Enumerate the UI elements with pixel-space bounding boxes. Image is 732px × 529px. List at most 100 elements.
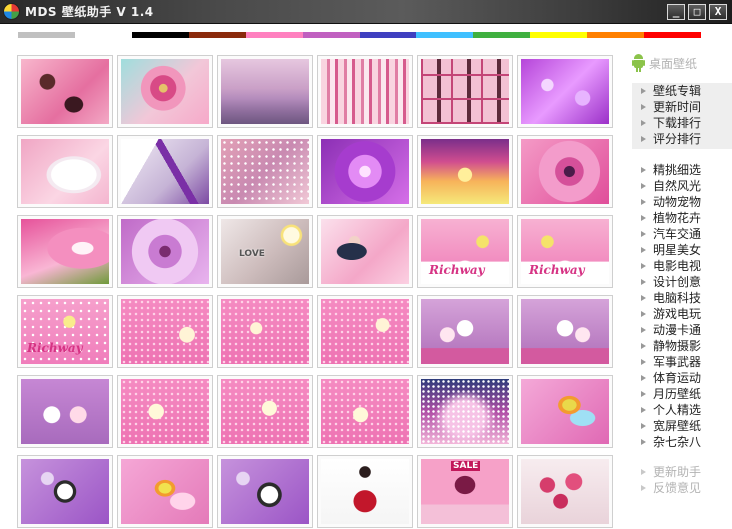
category-item[interactable]: 电脑科技 (628, 290, 732, 306)
wallpaper-thumbnail[interactable] (317, 215, 413, 288)
color-swatch-7[interactable] (416, 32, 474, 38)
wallpaper-thumbnail[interactable] (317, 135, 413, 208)
wallpaper-thumbnail[interactable]: LOVE (217, 215, 313, 288)
category-item[interactable]: 明星美女 (628, 242, 732, 258)
bears-on-purple-image (21, 379, 109, 444)
wallpaper-thumbnail[interactable] (217, 375, 313, 448)
bears-on-pink-2-image (221, 379, 309, 444)
color-swatch-0[interactable] (18, 32, 75, 38)
pink-daisy-closeup-image (521, 139, 609, 204)
purple-flowers-bokeh-image (521, 59, 609, 124)
color-filter-bar (18, 32, 702, 38)
minimize-button[interactable]: _ (667, 4, 685, 20)
arrow-right-icon (641, 247, 646, 253)
wallpaper-thumbnail[interactable] (317, 55, 413, 128)
wallpaper-thumbnail[interactable]: SALE (417, 455, 513, 528)
pink-gerbera-on-teal-image (121, 59, 209, 124)
color-swatch-6[interactable] (359, 32, 417, 38)
color-swatch-2[interactable] (131, 32, 189, 38)
love-dice-text: LOVE (239, 249, 265, 259)
wallpaper-thumbnail[interactable] (317, 375, 413, 448)
bears-on-pink-3-image (321, 379, 409, 444)
menu-item-ratings[interactable]: 评分排行 (628, 131, 732, 147)
wallpaper-thumbnail[interactable] (217, 455, 313, 528)
wallpaper-thumbnail[interactable] (417, 135, 513, 208)
arrow-right-icon (641, 391, 646, 397)
category-item[interactable]: 自然风光 (628, 178, 732, 194)
arrow-right-icon (641, 136, 646, 142)
category-item[interactable]: 游戏电玩 (628, 306, 732, 322)
category-item[interactable]: 设计创意 (628, 274, 732, 290)
color-swatch-10[interactable] (587, 32, 645, 38)
wallpaper-thumbnail[interactable] (17, 375, 113, 448)
wallpaper-thumbnail[interactable] (117, 135, 213, 208)
category-item[interactable]: 电影电视 (628, 258, 732, 274)
wallpaper-thumbnail[interactable] (517, 55, 613, 128)
category-item[interactable]: 体育运动 (628, 370, 732, 386)
wallpaper-thumbnail[interactable] (417, 295, 513, 368)
color-swatch-11[interactable] (644, 32, 702, 38)
wallpaper-thumbnail[interactable]: Richway (17, 295, 113, 368)
wallpaper-thumbnail[interactable]: Richway (517, 215, 613, 288)
arrow-right-icon (641, 311, 646, 317)
pink-sparkle-dots-image (421, 379, 509, 444)
maximize-button[interactable]: □ (688, 4, 706, 20)
wallpaper-thumbnail[interactable] (17, 55, 113, 128)
arrow-right-icon (641, 327, 646, 333)
wallpaper-thumbnail[interactable] (217, 135, 313, 208)
bears-on-pink-image (121, 379, 209, 444)
menu-item-downloads[interactable]: 下载排行 (628, 115, 732, 131)
color-swatch-8[interactable] (473, 32, 531, 38)
category-item[interactable]: 杂七杂八 (628, 434, 732, 450)
category-item[interactable]: 精挑细选 (628, 162, 732, 178)
wallpaper-thumbnail[interactable] (517, 455, 613, 528)
color-swatch-1[interactable] (74, 32, 132, 38)
fairy-in-sunset-image (421, 139, 509, 204)
wallpaper-thumbnail[interactable] (17, 135, 113, 208)
category-item[interactable]: 宽屏壁纸 (628, 418, 732, 434)
pink-roses-bouquet-image (521, 459, 609, 524)
richway-cartoon-scene-image: Richway (21, 299, 109, 364)
wallpaper-thumbnail[interactable] (417, 375, 513, 448)
wallpaper-thumbnail[interactable] (317, 455, 413, 528)
wallpaper-thumbnail[interactable] (117, 55, 213, 128)
misty-purple-landscape-image (221, 59, 309, 124)
category-item[interactable]: 静物摄影 (628, 338, 732, 354)
girl-group-collage-image (321, 59, 409, 124)
update-assistant-link[interactable]: 更新助手 (628, 464, 732, 480)
color-swatch-5[interactable] (302, 32, 360, 38)
wallpaper-thumbnail[interactable] (217, 295, 313, 368)
category-item[interactable]: 个人精选 (628, 402, 732, 418)
wallpaper-thumbnail[interactable] (517, 295, 613, 368)
wallpaper-thumbnail[interactable] (517, 375, 613, 448)
wallpaper-thumbnail[interactable]: Richway (417, 215, 513, 288)
wallpaper-thumbnail[interactable] (117, 295, 213, 368)
wallpaper-thumbnail[interactable] (517, 135, 613, 208)
menu-item-updated[interactable]: 更新时间 (628, 99, 732, 115)
category-item[interactable]: 植物花卉 (628, 210, 732, 226)
feedback-link[interactable]: 反馈意见 (628, 480, 732, 496)
wallpaper-thumbnail[interactable] (117, 375, 213, 448)
cartoon-dog-purple-image (21, 459, 109, 524)
wallpaper-thumbnail[interactable] (217, 55, 313, 128)
category-item[interactable]: 汽车交通 (628, 226, 732, 242)
desktop-wallpaper-header[interactable]: 桌面壁纸 (632, 54, 697, 72)
wallpaper-thumbnail[interactable] (117, 455, 213, 528)
color-swatch-9[interactable] (530, 32, 588, 38)
category-item[interactable]: 军事武器 (628, 354, 732, 370)
color-swatch-3[interactable] (188, 32, 246, 38)
category-item[interactable]: 动漫卡通 (628, 322, 732, 338)
color-swatch-4[interactable] (245, 32, 303, 38)
wallpaper-thumbnail[interactable] (117, 215, 213, 288)
menu-item-albums[interactable]: 壁纸专辑 (628, 83, 732, 99)
category-item[interactable]: 月历壁纸 (628, 386, 732, 402)
wallpaper-thumbnail[interactable] (317, 295, 413, 368)
close-button[interactable]: X (709, 4, 727, 20)
arrow-right-icon (641, 183, 646, 189)
wallpaper-thumbnail[interactable] (17, 455, 113, 528)
richway-logo-text: Richway (529, 263, 585, 277)
category-item[interactable]: 动物宠物 (628, 194, 732, 210)
arrow-right-icon (641, 104, 646, 110)
wallpaper-thumbnail[interactable] (417, 55, 513, 128)
wallpaper-thumbnail[interactable] (17, 215, 113, 288)
